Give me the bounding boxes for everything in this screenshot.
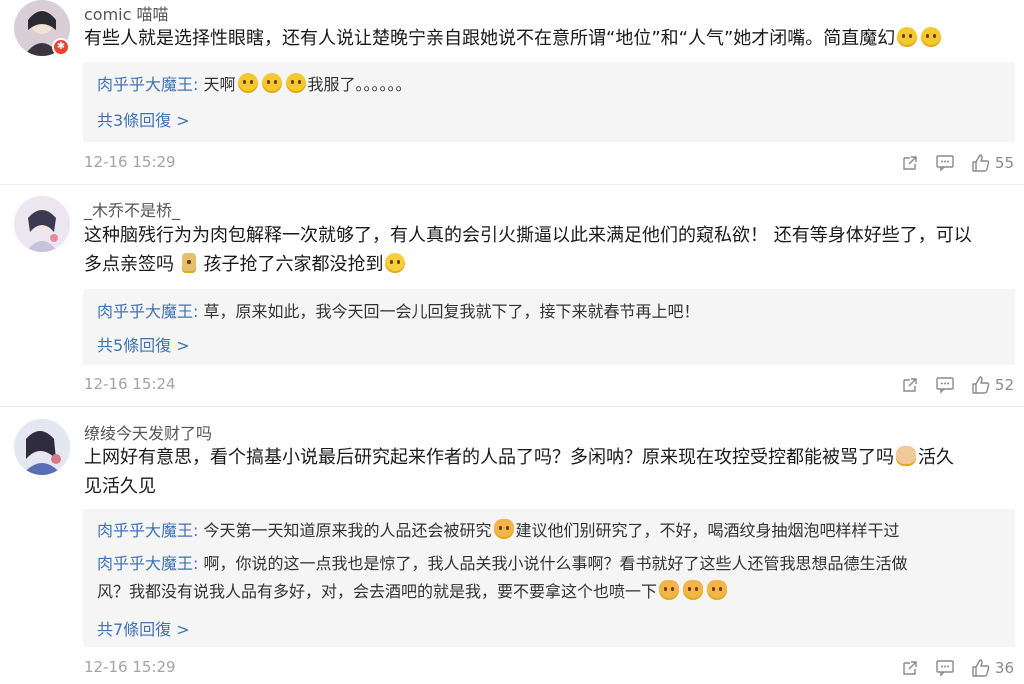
reply-item: 肉乎乎大魔王: 天啊 我服了。。。。。。 [97, 71, 997, 99]
more-replies-link[interactable]: 共5條回復 > [97, 332, 190, 356]
reply-colon: : [193, 554, 204, 573]
like-button[interactable]: 52 [971, 375, 1014, 395]
laugh-emoji-icon [261, 73, 282, 93]
comment-username[interactable]: _木乔不是桥_ [84, 197, 180, 221]
comment-text: 这种脑残行为为肉包解释一次就够了，有人真的会引火撕逼以此来满足他们的窥私欲！ 还… [84, 221, 1004, 279]
comment-text-line: 这种脑残行为为肉包解释一次就够了，有人真的会引火撕逼以此来满足他们的窥私欲！ 还… [84, 221, 1004, 250]
reply-author[interactable]: 肉乎乎大魔王 [97, 521, 193, 540]
comment-icon [936, 660, 954, 677]
reply-item: 肉乎乎大魔王: 啊，你说的这一点我也是惊了，我人品关我小说什么事啊？看书就好了这… [97, 550, 997, 606]
comment-button[interactable] [935, 376, 955, 394]
comment-timestamp: 12-16 15:24 [84, 375, 176, 393]
doge-emoji-icon [683, 580, 704, 600]
doge-emoji-icon [493, 519, 514, 539]
comment-item: 缭绫今天发财了吗 上网好有意思，看个搞基小说最后研究起来作者的人品了吗？多闲呐？… [0, 406, 1024, 684]
comment-actions: 55 [885, 152, 1014, 174]
share-button[interactable] [901, 154, 919, 172]
comment-icon [936, 155, 954, 172]
laugh-emoji-icon [237, 73, 258, 93]
like-icon [972, 154, 990, 172]
comment-text: 有些人就是选择性眼瞎，还有人说让楚晚宁亲自跟她说不在意所谓“地位”和“人气”她才… [84, 24, 1004, 53]
clap-emoji-icon [896, 446, 916, 466]
user-avatar[interactable] [14, 196, 70, 252]
reply-author[interactable]: 肉乎乎大魔王 [97, 302, 193, 321]
laugh-emoji-icon [285, 73, 306, 93]
reply-colon: : [193, 302, 204, 321]
comment-item: ✱ comic 喵喵 有些人就是选择性眼瞎，还有人说让楚晚宁亲自跟她说不在意所谓… [0, 0, 1024, 185]
comment-item: _木乔不是桥_ 这种脑残行为为肉包解释一次就够了，有人真的会引火撕逼以此来满足他… [0, 184, 1024, 407]
reply-colon: : [193, 521, 204, 540]
like-count: 52 [994, 376, 1014, 394]
comment-timestamp: 12-16 15:29 [84, 658, 176, 676]
reply-text-line: 肉乎乎大魔王: 啊，你说的这一点我也是惊了，我人品关我小说什么事啊？看书就好了这… [97, 550, 997, 578]
like-icon [972, 376, 990, 394]
share-button[interactable] [901, 376, 919, 394]
like-count: 36 [994, 659, 1014, 677]
like-button[interactable]: 36 [971, 658, 1014, 678]
share-icon [903, 156, 917, 170]
comment-text-line: 见活久见 [84, 472, 1004, 501]
doge-emoji-icon [659, 580, 680, 600]
user-avatar[interactable] [14, 419, 70, 475]
comment-text-body: 有些人就是选择性眼瞎，还有人说让楚晚宁亲自跟她说不在意所谓“地位”和“人气”她才… [84, 28, 896, 49]
like-count: 55 [994, 154, 1014, 172]
comment-text-body-3: 孩子抢了六家都没抢到 [203, 254, 384, 275]
share-icon [903, 378, 917, 392]
doge-emoji-icon [707, 580, 728, 600]
reply-text-tail: 我服了。。。。。。 [307, 75, 412, 94]
comment-username[interactable]: comic 喵喵 [84, 1, 169, 25]
comment-text-body: 上网好有意思，看个搞基小说最后研究起来作者的人品了吗？多闲呐？原来现在攻控受控都… [84, 447, 894, 468]
comment-feed: ✱ comic 喵喵 有些人就是选择性眼瞎，还有人说让楚晚宁亲自跟她说不在意所谓… [0, 0, 1024, 684]
reply-author[interactable]: 肉乎乎大魔王 [97, 75, 193, 94]
reply-colon: : [193, 75, 204, 94]
more-replies-link[interactable]: 共7條回復 > [97, 616, 190, 640]
comment-text-line: 多点亲签吗 孩子抢了六家都没抢到 [84, 250, 1004, 279]
more-replies-link[interactable]: 共3條回復 > [97, 107, 190, 131]
comment-username[interactable]: 缭绫今天发财了吗 [84, 420, 212, 444]
comment-text-line: 上网好有意思，看个搞基小说最后研究起来作者的人品了吗？多闲呐？原来现在攻控受控都… [84, 443, 1004, 472]
reply-author[interactable]: 肉乎乎大魔王 [97, 554, 193, 573]
cry-emoji-icon [385, 253, 406, 273]
comment-text: 上网好有意思，看个搞基小说最后研究起来作者的人品了吗？多闲呐？原来现在攻控受控都… [84, 443, 1004, 501]
smile-emoji-icon [897, 27, 918, 47]
reply-text: 今天第一天知道原来我的人品还会被研究 [203, 521, 492, 540]
comment-icon [936, 377, 954, 394]
share-button[interactable] [901, 659, 919, 677]
comment-text-body-2: 见活久见 [84, 476, 156, 497]
reply-text-2: 风？我都没有说我人品有多好，对，会去酒吧的就是我，要不要拿这个也喷一下 [97, 582, 658, 601]
reply-text: 草，原来如此，我今天回一会儿回复我就下了，接下来就春节再上吧！ [203, 302, 700, 321]
candle-emoji-icon [181, 253, 196, 273]
reply-box: 肉乎乎大魔王: 今天第一天知道原来我的人品还会被研究 建议他们别研究了，不好，喝酒… [83, 509, 1015, 647]
comment-actions: 52 [885, 374, 1014, 396]
share-icon [903, 661, 917, 675]
comment-text-body: 这种脑残行为为肉包解释一次就够了，有人真的会引火撕逼以此来满足他们的窥私欲！ 还… [84, 225, 972, 246]
comment-text-body-2: 多点亲签吗 [84, 254, 174, 275]
reply-text-tail: 建议他们别研究了，不好，喝酒纹身抽烟泡吧样样干过 [515, 521, 900, 540]
like-button[interactable]: 55 [971, 153, 1014, 173]
reply-item: 肉乎乎大魔王: 今天第一天知道原来我的人品还会被研究 建议他们别研究了，不好，喝酒… [97, 517, 997, 545]
comment-timestamp: 12-16 15:29 [84, 153, 176, 171]
comment-button[interactable] [935, 659, 955, 677]
like-icon [972, 659, 990, 677]
reply-text-line: 风？我都没有说我人品有多好，对，会去酒吧的就是我，要不要拿这个也喷一下 [97, 578, 997, 606]
reply-text: 啊，你说的这一点我也是惊了，我人品关我小说什么事啊？看书就好了这些人还管我思想品… [203, 554, 908, 573]
reply-text: 天啊 [203, 75, 236, 94]
comment-actions: 36 [885, 657, 1014, 679]
verified-badge-icon: ✱ [52, 38, 70, 56]
smile-emoji-icon [921, 27, 942, 47]
reply-item: 肉乎乎大魔王: 草，原来如此，我今天回一会儿回复我就下了，接下来就春节再上吧！ [97, 298, 997, 326]
comment-button[interactable] [935, 154, 955, 172]
comment-text-tail: 活久 [918, 447, 954, 468]
reply-box: 肉乎乎大魔王: 草，原来如此，我今天回一会儿回复我就下了，接下来就春节再上吧！ … [83, 289, 1015, 365]
reply-box: 肉乎乎大魔王: 天啊 我服了。。。。。。 共3條回復 > [83, 62, 1015, 142]
